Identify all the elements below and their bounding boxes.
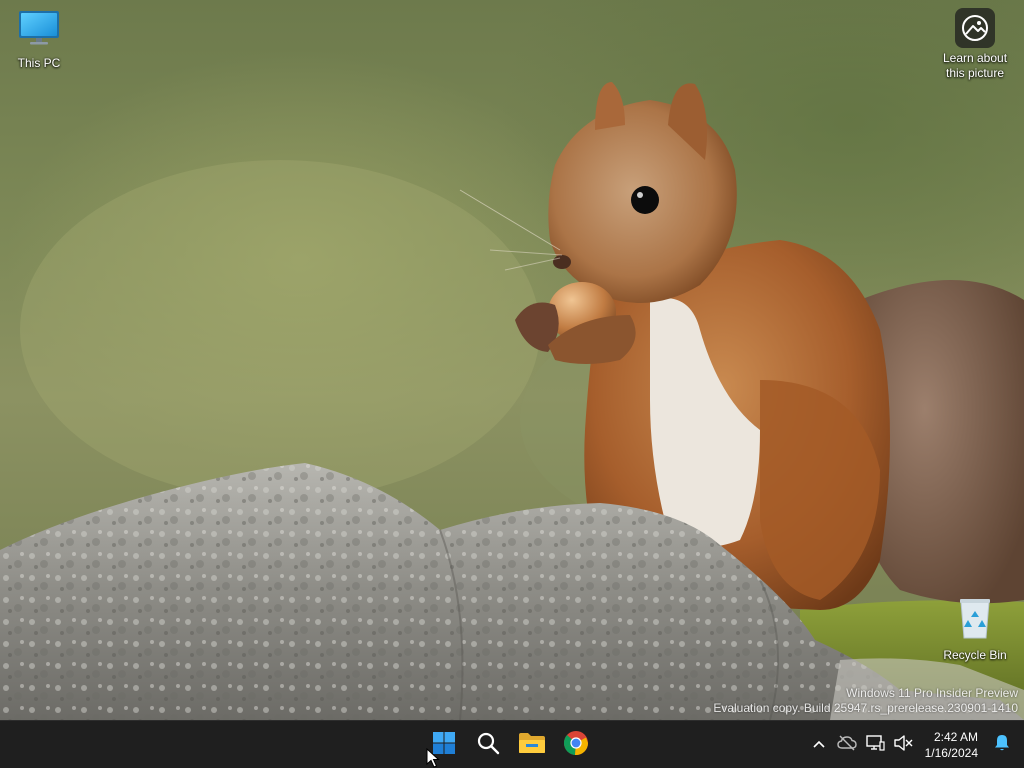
desktop-icon-label: Recycle Bin <box>943 648 1007 662</box>
squirrel-photo <box>0 82 1024 720</box>
bell-icon <box>994 734 1010 757</box>
network-icon <box>865 734 885 757</box>
taskbar-clock[interactable]: 2:42 AM 1/16/2024 <box>917 729 986 761</box>
desktop-icon-label: This PC <box>17 56 61 70</box>
taskbar: 2:42 AM 1/16/2024 <box>0 720 1024 768</box>
network-button[interactable] <box>861 729 889 761</box>
chrome-button[interactable] <box>556 725 596 765</box>
tray-overflow-button[interactable] <box>805 729 833 761</box>
notification-center-button[interactable] <box>986 729 1018 761</box>
desktop-icon-this-pc[interactable]: This PC <box>0 8 79 71</box>
computer-monitor-icon <box>17 8 61 53</box>
volume-button[interactable] <box>889 729 917 761</box>
desktop-icon-learn-about-picture[interactable]: Learn about this picture <box>935 8 1015 81</box>
mouse-cursor-icon <box>426 747 440 768</box>
folder-icon <box>518 731 546 760</box>
evaluation-watermark: Windows 11 Pro Insider Preview Evaluatio… <box>713 686 1018 716</box>
desktop-icon-recycle-bin[interactable]: Recycle Bin <box>935 596 1015 663</box>
chrome-icon <box>563 730 589 761</box>
taskbar-pinned-apps <box>424 725 596 765</box>
file-explorer-button[interactable] <box>512 725 552 765</box>
onedrive-button[interactable] <box>833 729 861 761</box>
watermark-line-1: Windows 11 Pro Insider Preview <box>846 686 1018 700</box>
clock-time: 2:42 AM <box>933 730 978 744</box>
cloud-offline-icon <box>836 735 857 756</box>
search-button[interactable] <box>468 725 508 765</box>
watermark-line-2: Evaluation copy. Build 25947.rs_prerelea… <box>713 701 1018 715</box>
search-icon <box>476 731 500 760</box>
learn-picture-icon <box>955 8 995 48</box>
recycle-bin-icon <box>955 596 995 645</box>
desktop-wallpaper <box>0 0 1024 720</box>
clock-date: 1/16/2024 <box>924 746 978 760</box>
volume-muted-icon <box>893 734 913 757</box>
chevron-up-icon <box>812 736 826 754</box>
desktop-icon-label: Learn about this picture <box>942 51 1008 80</box>
system-tray: 2:42 AM 1/16/2024 <box>805 721 1024 768</box>
